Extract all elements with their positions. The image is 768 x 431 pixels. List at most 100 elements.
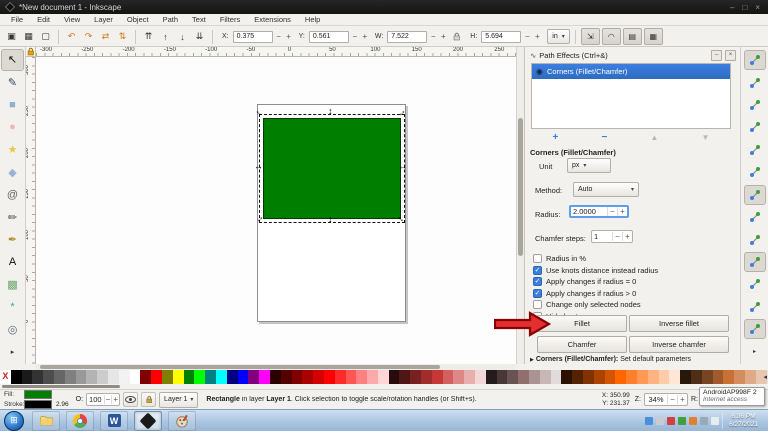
drawn-rectangle[interactable] <box>263 118 401 219</box>
palette-swatch[interactable] <box>389 370 400 384</box>
palette-swatch[interactable] <box>32 370 43 384</box>
palette-swatch[interactable] <box>529 370 540 384</box>
raise-icon[interactable]: ↑ <box>158 29 173 44</box>
flip-vertical-icon[interactable]: ⇅ <box>115 29 130 44</box>
select-all-icon[interactable]: ▣ <box>4 29 19 44</box>
palette-swatch[interactable] <box>270 370 281 384</box>
snap-enable[interactable] <box>744 50 766 70</box>
increment-button[interactable]: + <box>533 32 541 41</box>
pencil-tool[interactable]: ✏ <box>1 207 24 229</box>
box3d-tool[interactable]: ◆ <box>1 162 24 184</box>
checkbox-unchecked[interactable] <box>533 300 542 309</box>
palette-swatch[interactable] <box>356 370 367 384</box>
tray-icon-4[interactable] <box>689 417 697 425</box>
palette-swatch[interactable] <box>443 370 454 384</box>
start-button[interactable]: ⊞ <box>4 411 24 431</box>
palette-swatch[interactable] <box>302 370 313 384</box>
palette-swatch[interactable] <box>421 370 432 384</box>
palette-swatch[interactable] <box>561 370 572 384</box>
calligraphy-tool[interactable]: ✒ <box>1 229 24 251</box>
rotate-cw-icon[interactable]: ↷ <box>81 29 96 44</box>
palette-swatch[interactable] <box>97 370 108 384</box>
palette-swatch[interactable] <box>734 370 745 384</box>
palette-swatch[interactable] <box>518 370 529 384</box>
inverse-chamfer-button[interactable]: Inverse chamfer <box>629 336 729 353</box>
palette-swatch[interactable] <box>65 370 76 384</box>
palette-swatch[interactable] <box>259 370 270 384</box>
menu-path[interactable]: Path <box>156 15 185 24</box>
layer-visibility-button[interactable] <box>123 392 138 407</box>
dropper-tool[interactable]: ◎ <box>1 319 24 341</box>
canvas[interactable]: ↕ ↕ ↔ ↔ ↔ ↔ ↔ ↔ <box>36 57 516 364</box>
zoom-spinbox[interactable]: 34% − + <box>644 393 688 406</box>
menu-view[interactable]: View <box>57 15 87 24</box>
palette-swatch[interactable] <box>453 370 464 384</box>
fill-stroke-indicator[interactable]: Fill: Stroke:2.96 <box>4 390 69 409</box>
flip-horizontal-icon[interactable]: ⇄ <box>98 29 113 44</box>
palette-swatch[interactable] <box>615 370 626 384</box>
palette-swatch[interactable] <box>292 370 303 384</box>
palette-swatch[interactable] <box>22 370 33 384</box>
snap-bbox-centers[interactable] <box>744 162 766 182</box>
explorer-app[interactable] <box>32 411 60 431</box>
palette-swatch[interactable] <box>43 370 54 384</box>
text-tool[interactable]: A <box>1 252 24 274</box>
horizontal-scrollbar-thumb[interactable] <box>40 365 440 369</box>
opacity-decrement[interactable]: − <box>104 395 112 404</box>
palette-swatch[interactable] <box>184 370 195 384</box>
radius-spinbox[interactable]: 2.0000 − + <box>569 205 629 218</box>
palette-swatch[interactable] <box>702 370 713 384</box>
chamfer-button[interactable]: Chamfer <box>537 336 627 353</box>
snap-bbox[interactable] <box>744 72 766 92</box>
palette-swatch[interactable] <box>583 370 594 384</box>
snap-cusp-nodes[interactable] <box>744 252 766 272</box>
move-gradients-toggle[interactable]: ▤ <box>623 28 642 45</box>
stroke-swatch[interactable] <box>24 400 52 409</box>
scale-corners-toggle[interactable]: ◠ <box>602 28 621 45</box>
snap-others[interactable] <box>744 319 766 339</box>
palette-swatch[interactable] <box>486 370 497 384</box>
checkbox-checked[interactable]: ✓ <box>533 266 542 275</box>
inverse-fillet-button[interactable]: Inverse fillet <box>629 315 729 332</box>
tray-icon-1[interactable] <box>656 417 664 425</box>
rotate-ccw-icon[interactable]: ↶ <box>64 29 79 44</box>
snap-smooth-nodes[interactable] <box>744 274 766 294</box>
field-h[interactable]: 5.694 <box>481 31 521 43</box>
horizontal-ruler[interactable]: -300-250-200-150-100-50050100150200250 <box>36 47 516 57</box>
raise-to-top-icon[interactable]: ⇈ <box>141 29 156 44</box>
menu-file[interactable]: File <box>4 15 30 24</box>
spiral-tool[interactable]: @ <box>1 184 24 206</box>
palette-swatch[interactable] <box>669 370 680 384</box>
snap-expander[interactable]: ▸ <box>744 341 766 361</box>
steps-decrement[interactable]: − <box>612 232 622 241</box>
palette-swatch[interactable] <box>680 370 691 384</box>
zoom-increment[interactable]: + <box>677 395 687 404</box>
steps-increment[interactable]: + <box>622 232 632 241</box>
snap-bbox-edges[interactable] <box>744 95 766 115</box>
node-tool[interactable]: ✎ <box>1 72 24 94</box>
palette-swatch[interactable] <box>367 370 378 384</box>
tweak-tool[interactable]: * <box>1 297 24 319</box>
scale-handle-bottom[interactable]: ↕ <box>328 215 333 224</box>
palette-swatch[interactable] <box>745 370 756 384</box>
expander-icon[interactable]: ▶ <box>530 357 534 363</box>
rectangle-tool[interactable]: ■ <box>1 94 24 116</box>
vertical-scrollbar-thumb[interactable] <box>518 118 523 256</box>
palette-scroll-arrow[interactable]: ◂ <box>763 373 767 381</box>
fill-swatch[interactable] <box>24 390 52 399</box>
tray-icon-3[interactable] <box>678 417 686 425</box>
field-w[interactable]: 7.522 <box>387 31 427 43</box>
palette-swatch[interactable] <box>173 370 184 384</box>
close-button[interactable]: × <box>755 3 760 12</box>
palette-swatch[interactable] <box>713 370 724 384</box>
palette-swatch[interactable] <box>464 370 475 384</box>
palette-swatch[interactable] <box>86 370 97 384</box>
units-dropdown[interactable]: in ▾ <box>547 29 569 44</box>
tray-icon-0[interactable] <box>645 417 653 425</box>
palette-scrollbar-thumb[interactable] <box>2 385 120 388</box>
dimensions-lock-icon[interactable] <box>449 29 464 44</box>
palette-swatch[interactable] <box>691 370 702 384</box>
inkscape-app[interactable] <box>134 411 162 431</box>
scale-handle-left[interactable]: ↔ <box>254 162 263 171</box>
scale-stroke-toggle[interactable]: ⇲ <box>581 28 600 45</box>
